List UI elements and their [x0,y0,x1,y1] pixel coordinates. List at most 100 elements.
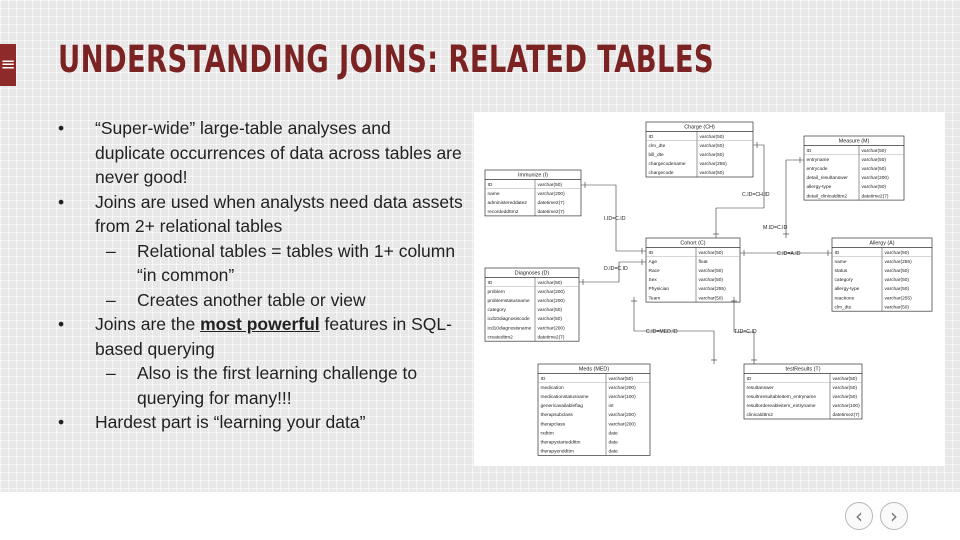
column-name: reactions [835,295,855,301]
column-name: createdttm2 [488,334,514,340]
column-name: medicationstatusname [541,394,589,400]
column-name: clm_dte [835,304,852,310]
column-type: varchar(50) [538,280,563,286]
column-name: Sex [649,277,658,283]
column-type: date [609,440,619,446]
column-name: detail_resultanswer [807,175,849,181]
column-type: datetime2(7) [538,334,565,340]
table-title: Measure (M) [839,139,870,145]
table-testresults: testResults (T) ID varchar(50) resultanswer… [743,363,863,420]
column-name: problem [488,289,505,295]
column-name: ID [835,250,840,256]
column-name: resultnresultableitem_entryname [747,394,817,400]
column-name: name [488,192,500,197]
column-name: ID [649,134,654,140]
column-name: ID [807,148,812,154]
column-type: varchar(50) [833,385,858,391]
column-name: name [835,260,847,265]
column-name: clinicaldttm2 [747,412,774,418]
column-type: datetime2(7) [538,200,565,206]
relation-i: I.ID=C.ID [581,182,646,254]
bullet-item: Joins are the most powerful features in … [58,312,463,361]
table-measure: Measure (M) ID varchar(50) entryname varchar… [803,135,905,201]
column-type: varchar(200) [609,412,637,418]
bullet-item: Creates another table or view [58,288,463,313]
column-type: varchar(255) [885,295,913,301]
table-title: Diagnoses (D) [515,271,550,277]
column-name: icd10diagnosisname [488,325,532,331]
column-type: varchar(200) [538,191,566,197]
column-type: varchar(50) [538,316,563,322]
column-type: varchar(50) [699,268,724,274]
column-type: varchar(255) [700,161,728,167]
column-type: varchar(200) [862,175,890,181]
column-name: ID [488,182,493,188]
bullet-item: Hardest part is “learning your data” [58,410,463,435]
column-name: therapsubclass [541,412,574,418]
relation-a: C.ID=A.ID [740,250,832,257]
relation-line [579,261,646,283]
column-type: varchar(50) [538,182,563,188]
column-type: varchar(50) [538,307,563,313]
bullet-item: “Super-wide” large-table analyses and du… [58,116,463,190]
column-type: varchar(50) [609,376,634,382]
column-type: varchar(200) [538,298,566,304]
bullet-text: Joins are used when analysts need data a… [95,191,463,237]
menu-tab[interactable]: ≡ [0,44,16,86]
column-type: varchar(100) [833,403,861,409]
relation-label: C.ID=CH.ID [742,192,770,198]
column-type: varchar(50) [699,250,724,256]
column-type: varchar(50) [885,286,910,292]
column-type: varchar(50) [862,148,887,154]
column-name: ID [488,280,493,286]
er-diagram: Charge (CH) ID varchar(50) clm_dte varchar(5… [474,112,945,466]
column-name: Physician [649,286,670,292]
table-title: Allergy (A) [869,241,894,247]
column-type: date [609,449,619,455]
column-type: varchar(50) [862,166,887,172]
column-name: allergy-type [807,184,832,190]
column-name: therapystarteddttm [541,440,581,446]
column-type: varchar(50) [885,250,910,256]
column-name: entrycode [807,166,828,172]
next-slide-button[interactable]: › [880,502,908,530]
bullet-text: Relational tables = tables with 1+ colum… [137,240,456,286]
table-title: Charge (CH) [684,125,715,131]
column-name: Team [649,295,661,301]
column-type: varchar(50) [700,134,725,140]
column-type: varchar(200) [538,325,566,331]
bullet-item: Joins are used when analysts need data a… [58,190,463,239]
column-name: ID [649,250,654,256]
table-cohort: Cohort (C) ID varchar(50) Age float Race varch… [645,237,741,303]
relation-t: T.ID=C.ID [731,297,757,364]
table-meds: Meds (MED) ID varchar(50) medication varchar… [537,363,651,456]
column-name: administereddate2 [488,200,528,206]
column-type: varchar(50) [699,295,724,301]
bullet-item: Relational tables = tables with 1+ colum… [58,239,463,288]
relation-med: C.ID=MED.ID [631,297,717,364]
column-name: status [835,268,848,274]
prev-slide-button[interactable]: ‹ [845,502,873,530]
column-name: ID [541,376,546,382]
column-type: varchar(50) [885,277,910,283]
chevron-left-icon: ‹ [855,504,863,528]
table-charge: Charge (CH) ID varchar(50) clm_dte varchar(5… [645,121,754,178]
relation-label: D.ID=C.ID [604,266,628,272]
column-name: allergy-type [835,286,860,292]
bullet-text: Hardest part is “learning your data” [95,412,366,432]
table-title: Immunize (I) [518,173,548,179]
slide: ≡ UNDERSTANDING JOINS: RELATED TABLES “S… [0,0,960,492]
bullet-text: “Super-wide” large-table analyses and du… [95,118,462,187]
column-type: varchar(50) [700,152,725,158]
bullet-list: “Super-wide” large-table analyses and du… [58,116,463,435]
column-name: problemstatusname [488,298,530,304]
column-type: datetime2(7) [862,193,889,199]
column-name: icd10diagnosiscode [488,316,530,322]
bullet-text: Also is the first learning challenge to … [137,363,418,408]
column-name: category [835,277,854,283]
column-type: date [609,430,619,436]
column-type: varchar(50) [833,376,858,382]
relation-label: I.ID=C.ID [604,216,626,222]
column-type: varchar(100) [609,394,637,400]
bullet-emphasis: most powerful [200,314,320,334]
